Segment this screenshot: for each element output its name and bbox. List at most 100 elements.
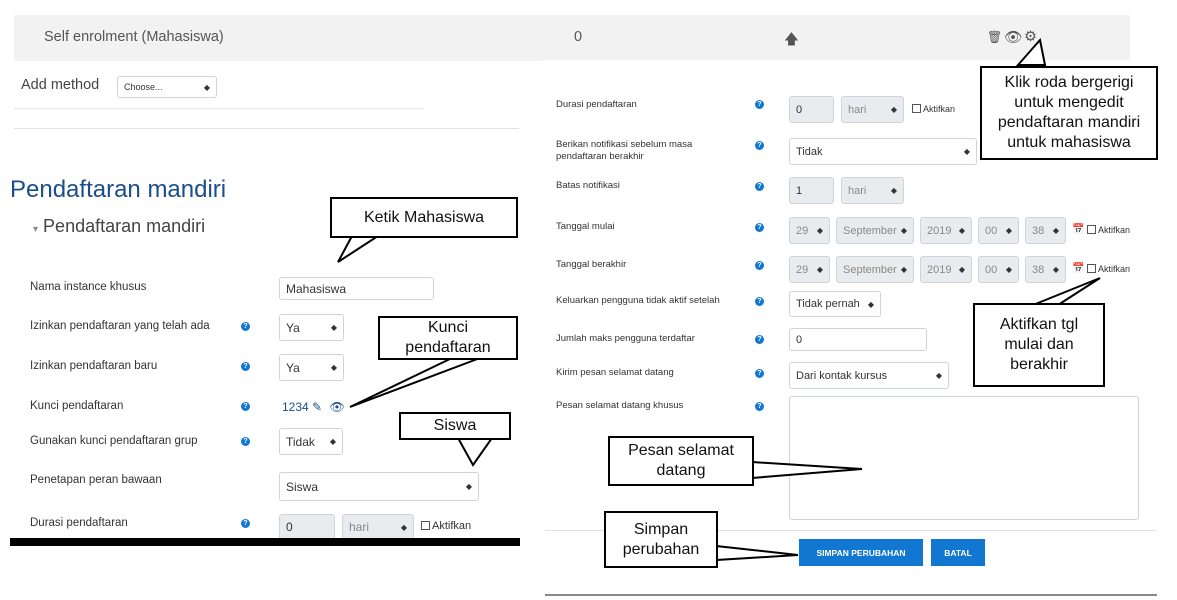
field-label: Tanggal berakhir xyxy=(556,259,627,270)
select-value: hari xyxy=(848,184,867,197)
field-label: Izinkan pendaftaran baru xyxy=(30,360,158,372)
checkbox-label: Aktifkan xyxy=(1098,225,1131,235)
user-count: 0 xyxy=(574,29,583,45)
field-label: Tanggal mulai xyxy=(556,221,615,232)
field-label: Jumlah maks pengguna terdaftar xyxy=(556,333,695,344)
help-icon[interactable]: ? xyxy=(241,437,250,446)
add-method-label: Add method xyxy=(21,77,100,93)
eye-icon[interactable]: 👁 xyxy=(329,400,344,414)
end-year-select[interactable]: 2019 ◆ xyxy=(920,256,972,283)
end-day-select[interactable]: 29 ◆ xyxy=(789,256,830,283)
field-label: Durasi pendaftaran xyxy=(556,99,637,110)
checkbox-label: Aktifkan xyxy=(923,104,956,114)
threshold-input[interactable]: 1 xyxy=(789,177,834,204)
checkbox-label: Aktifkan xyxy=(1098,264,1131,274)
new-enrol-select[interactable]: Ya ◆ xyxy=(279,354,344,381)
help-icon[interactable]: ? xyxy=(755,261,764,270)
end-hour-select[interactable]: 00 ◆ xyxy=(978,256,1019,283)
field-label: Berikan notifikasi sebelum masa pendafta… xyxy=(556,139,693,162)
group-key-select[interactable]: Tidak ◆ xyxy=(279,428,343,455)
select-value: 2019 xyxy=(927,224,952,237)
custom-welcome-textarea[interactable] xyxy=(789,396,1139,520)
unenrol-inactive-select[interactable]: Tidak pernah ◆ xyxy=(789,291,881,317)
section-header[interactable]: ▾ Pendaftaran mandiri xyxy=(33,216,205,237)
duration-enable-checkbox[interactable]: Aktifkan xyxy=(912,104,955,114)
select-value: September xyxy=(843,263,897,276)
select-value: 29 xyxy=(796,224,809,237)
kunci-callout: Kunci pendaftaran xyxy=(378,316,518,360)
select-value: hari xyxy=(848,103,867,116)
help-icon[interactable]: ? xyxy=(755,100,764,109)
help-icon[interactable]: ? xyxy=(755,369,764,378)
field-label: Durasi pendaftaran xyxy=(30,517,128,529)
help-icon[interactable]: ? xyxy=(241,362,250,371)
crop-edge xyxy=(10,538,520,546)
start-minute-select[interactable]: 38 ◆ xyxy=(1025,217,1066,244)
siswa-callout: Siswa xyxy=(399,412,511,440)
help-icon[interactable]: ? xyxy=(755,182,764,191)
field-label: Penetapan peran bawaan xyxy=(30,474,162,486)
trash-icon[interactable]: 🗑 xyxy=(987,30,1002,44)
simpan-callout: Simpan perubahan xyxy=(604,511,718,568)
add-method-select-value: Choose... xyxy=(124,82,163,92)
select-value: September xyxy=(843,224,897,237)
select-value: 2019 xyxy=(927,263,952,276)
cancel-button[interactable]: BATAL xyxy=(931,539,985,566)
ketik-callout: Ketik Mahasiswa xyxy=(330,197,518,238)
select-value: 00 xyxy=(985,224,998,237)
start-month-select[interactable]: September ◆ xyxy=(836,217,914,244)
help-icon[interactable]: ? xyxy=(755,402,764,411)
pesan-callout: Pesan selamat datang xyxy=(608,436,754,486)
calendar-icon[interactable]: 📅 xyxy=(1072,263,1084,274)
help-icon[interactable]: ? xyxy=(755,223,764,232)
field-label: Kirim pesan selamat datang xyxy=(556,367,674,378)
enrol-key-value[interactable]: 1234 ✎ 👁 xyxy=(282,400,345,414)
select-value: hari xyxy=(349,520,370,534)
start-day-select[interactable]: 29 ◆ xyxy=(789,217,830,244)
duration-input[interactable]: 0 xyxy=(279,514,335,540)
page-title: Pendaftaran mandiri xyxy=(10,176,227,203)
pencil-icon[interactable]: ✎ xyxy=(312,400,322,414)
add-method-select[interactable]: Choose... ◆ xyxy=(117,76,217,98)
end-minute-select[interactable]: 38 ◆ xyxy=(1025,256,1066,283)
help-icon[interactable]: ? xyxy=(755,141,764,150)
calendar-icon[interactable]: 📅 xyxy=(1072,224,1084,235)
field-label: Izinkan pendaftaran yang telah ada xyxy=(30,320,210,332)
end-enable-checkbox[interactable]: Aktifkan xyxy=(1087,264,1130,274)
instance-name-input[interactable]: Mahasiswa xyxy=(279,277,434,300)
welcome-message-select[interactable]: Dari kontak kursus ◆ xyxy=(789,362,949,389)
help-icon[interactable]: ? xyxy=(241,519,250,528)
help-icon[interactable]: ? xyxy=(241,322,250,331)
field-label: Nama instance khusus xyxy=(30,281,147,293)
aktifkan-callout: Aktifkan tgl mulai dan berakhir xyxy=(973,303,1105,387)
arrow-up-icon[interactable]: 🡅 xyxy=(784,29,799,54)
field-label: Keluarkan pengguna tidak aktif setelah xyxy=(556,295,720,306)
chevron-down-icon: ▾ xyxy=(33,224,39,235)
threshold-unit-select[interactable]: hari ◆ xyxy=(841,177,904,204)
section-title: Pendaftaran mandiri xyxy=(43,216,206,236)
help-icon[interactable]: ? xyxy=(241,402,250,411)
duration-enable-checkbox[interactable]: Aktifkan xyxy=(421,520,471,532)
start-hour-select[interactable]: 00 ◆ xyxy=(978,217,1019,244)
duration-unit-select[interactable]: hari ◆ xyxy=(841,96,904,123)
duration-input[interactable]: 0 xyxy=(789,96,834,123)
end-month-select[interactable]: September ◆ xyxy=(836,256,914,283)
gear-callout: Klik roda bergerigi untuk mengedit penda… xyxy=(980,66,1158,160)
field-label: Pesan selamat datang khusus xyxy=(556,400,684,411)
max-users-input[interactable]: 0 xyxy=(789,328,927,351)
eye-icon[interactable]: 👁 xyxy=(1004,29,1022,46)
help-icon[interactable]: ? xyxy=(755,335,764,344)
duration-unit-select[interactable]: hari ◆ xyxy=(342,514,414,540)
select-value: 29 xyxy=(796,263,809,276)
select-value: Dari kontak kursus xyxy=(796,369,888,382)
field-label: Batas notifikasi xyxy=(556,180,620,191)
start-year-select[interactable]: 2019 ◆ xyxy=(920,217,972,244)
notify-select[interactable]: Tidak ◆ xyxy=(789,138,977,165)
default-role-select[interactable]: Siswa ◆ xyxy=(279,472,479,501)
gear-icon[interactable]: ⚙ xyxy=(1024,29,1037,45)
select-value: Ya xyxy=(286,320,300,335)
start-enable-checkbox[interactable]: Aktifkan xyxy=(1087,225,1130,235)
save-button[interactable]: SIMPAN PERUBAHAN xyxy=(799,539,923,566)
existing-enrol-select[interactable]: Ya ◆ xyxy=(279,314,344,341)
help-icon[interactable]: ? xyxy=(755,297,764,306)
